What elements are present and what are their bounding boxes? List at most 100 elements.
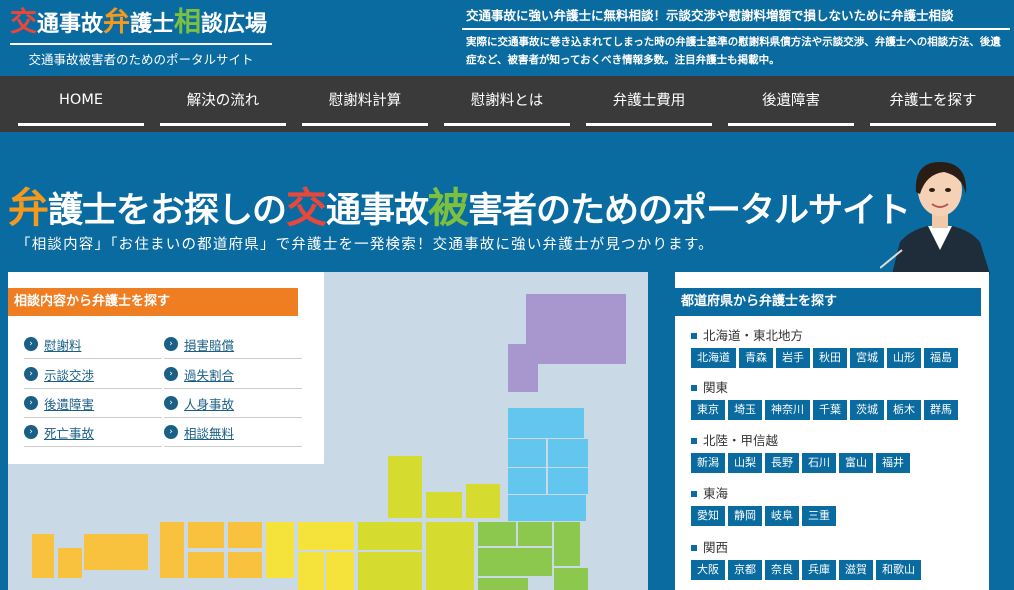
map-okayama[interactable] — [188, 522, 224, 548]
prefecture-link[interactable]: 山形 — [887, 348, 921, 368]
region-name: 関東 — [703, 380, 729, 395]
region-name: 北陸・甲信越 — [703, 433, 779, 448]
prefecture-link[interactable]: 岐阜 — [765, 506, 799, 526]
site-logo[interactable]: 交通事故弁護士相談広場 交通事故被害者のためのポータルサイト — [10, 8, 272, 68]
nav-consolation-calc[interactable]: 慰謝料計算 — [302, 76, 428, 126]
map-akita[interactable] — [508, 439, 546, 467]
prefecture-link[interactable]: 福島 — [924, 348, 958, 368]
prefecture-link[interactable]: 富山 — [839, 453, 873, 473]
logo-title-part: 通事故 — [37, 12, 104, 37]
logo-title-part: 弁 — [103, 7, 131, 38]
category-settlement[interactable]: › 示談交渉 — [24, 360, 162, 389]
map-shiga[interactable] — [298, 522, 354, 550]
prefecture-link[interactable]: 栃木 — [887, 400, 921, 420]
map-chiba[interactable] — [554, 568, 588, 590]
prefecture-link[interactable]: 滋賀 — [839, 560, 873, 580]
chevron-right-icon: › — [24, 337, 38, 351]
prefecture-link[interactable]: 秋田 — [813, 348, 847, 368]
map-yamagata-border[interactable] — [466, 484, 500, 518]
category-free-consultation[interactable]: › 相談無料 — [164, 418, 302, 447]
category-fatal-accident[interactable]: › 死亡事故 — [24, 418, 162, 447]
region-name: 東海 — [703, 486, 729, 501]
map-miyagi[interactable] — [548, 468, 588, 494]
map-hiroshima[interactable] — [188, 552, 224, 578]
map-fukushima[interactable] — [508, 495, 586, 521]
map-nagano[interactable] — [426, 522, 474, 590]
nav-consolation-about[interactable]: 慰謝料とは — [444, 76, 570, 126]
category-damages[interactable]: › 損害賠償 — [164, 330, 302, 359]
map-kyushu-north[interactable] — [84, 534, 148, 570]
prefecture-chips: 愛知 静岡 岐阜 三重 — [691, 506, 839, 526]
prefecture-link[interactable]: 三重 — [802, 506, 836, 526]
prefecture-link[interactable]: 静岡 — [728, 506, 762, 526]
prefecture-link[interactable]: 青森 — [739, 348, 773, 368]
category-consolation[interactable]: › 慰謝料 — [24, 330, 162, 359]
prefecture-link[interactable]: 神奈川 — [765, 400, 810, 420]
prefecture-link[interactable]: 和歌山 — [876, 560, 921, 580]
map-kanagawa[interactable] — [478, 578, 528, 590]
map-gunma[interactable] — [478, 522, 516, 546]
prefecture-link[interactable]: 京都 — [728, 560, 762, 580]
site-header: 交通事故弁護士相談広場 交通事故被害者のためのポータルサイト 交通事故に強い弁護… — [0, 0, 1014, 76]
prefecture-link[interactable]: 東京 — [691, 400, 725, 420]
prefecture-link[interactable]: 兵庫 — [802, 560, 836, 580]
region-title: 北海道・東北地方 — [691, 326, 961, 346]
nav-flow[interactable]: 解決の流れ — [160, 76, 286, 126]
nav-find-lawyer[interactable]: 弁護士を探す — [870, 76, 996, 126]
map-tottori[interactable] — [160, 522, 184, 578]
map-niigata[interactable] — [388, 456, 422, 518]
map-gifu[interactable] — [358, 552, 422, 590]
prefecture-chips: 北海道 青森 岩手 秋田 宮城 山形 福島 — [691, 348, 961, 368]
prefecture-link[interactable]: 岩手 — [776, 348, 810, 368]
chevron-right-icon: › — [24, 367, 38, 381]
prefecture-link[interactable]: 大阪 — [691, 560, 725, 580]
prefecture-link[interactable]: 宮城 — [850, 348, 884, 368]
map-iwate[interactable] — [548, 439, 588, 467]
map-ibaraki[interactable] — [554, 522, 580, 566]
map-kyushu-west[interactable] — [32, 534, 54, 578]
prefecture-link[interactable]: 埼玉 — [728, 400, 762, 420]
category-fault-ratio[interactable]: › 過失割合 — [164, 360, 302, 389]
map-kyoto[interactable] — [298, 552, 324, 590]
category-search-panel: 相談内容から弁護士を探す › 慰謝料 › 損害賠償 › 示談交渉 › 過失割合 … — [8, 272, 324, 464]
nav-after-effects[interactable]: 後遺障害 — [728, 76, 854, 126]
chevron-right-icon: › — [164, 367, 178, 381]
map-yamaguchi[interactable] — [228, 552, 262, 578]
prefecture-link[interactable]: 新潟 — [691, 453, 725, 473]
map-shimane[interactable] — [228, 522, 262, 548]
map-kyushu-mid[interactable] — [58, 548, 82, 578]
prefecture-link[interactable]: 長野 — [765, 453, 799, 473]
region-group: 東海愛知 静岡 岐阜 三重 — [691, 484, 839, 526]
prefecture-link[interactable]: 群馬 — [924, 400, 958, 420]
chevron-right-icon: › — [164, 425, 178, 439]
nav-home[interactable]: HOME — [18, 76, 144, 126]
hero-title-part: 害者のためのポータルサイト — [468, 191, 911, 231]
prefecture-link[interactable]: 千葉 — [813, 400, 847, 420]
hero-title-part: 交 — [286, 184, 327, 232]
prefecture-link[interactable]: 愛知 — [691, 506, 725, 526]
category-injury-accident[interactable]: › 人身事故 — [164, 389, 302, 418]
map-hokkaido-south[interactable] — [508, 344, 538, 392]
prefecture-link[interactable]: 石川 — [802, 453, 836, 473]
logo-title-part: 相 — [174, 7, 202, 38]
category-after-effects[interactable]: › 後遺障害 — [24, 389, 162, 418]
map-osaka[interactable] — [326, 552, 354, 590]
prefecture-link[interactable]: 山梨 — [728, 453, 762, 473]
map-niigata-east[interactable] — [426, 492, 462, 518]
map-saitama-tokyo[interactable] — [478, 548, 552, 576]
map-hokkaido[interactable] — [526, 294, 626, 364]
map-toyama[interactable] — [358, 522, 422, 550]
map-tochigi[interactable] — [518, 522, 552, 546]
logo-title-part: 護士 — [130, 12, 175, 37]
map-yamagata[interactable] — [508, 468, 546, 494]
region-title: 関東 — [691, 378, 961, 398]
prefecture-link[interactable]: 北海道 — [691, 348, 736, 368]
map-hyogo[interactable] — [266, 522, 294, 578]
nav-lawyer-fees[interactable]: 弁護士費用 — [586, 76, 712, 126]
main-nav: HOME 解決の流れ 慰謝料計算 慰謝料とは 弁護士費用 後遺障害 弁護士を探す — [0, 76, 1014, 132]
prefecture-link[interactable]: 茨城 — [850, 400, 884, 420]
region-group: 関東東京 埼玉 神奈川 千葉 茨城 栃木 群馬 — [691, 378, 961, 420]
map-aomori[interactable] — [508, 408, 584, 438]
prefecture-link[interactable]: 福井 — [876, 453, 910, 473]
prefecture-link[interactable]: 奈良 — [765, 560, 799, 580]
